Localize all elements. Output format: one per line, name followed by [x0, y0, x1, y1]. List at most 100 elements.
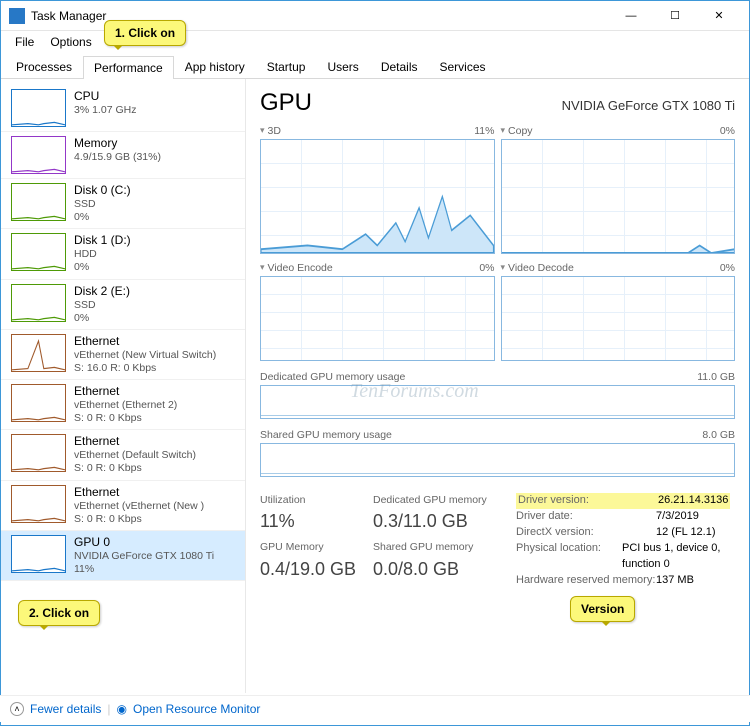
sidebar-item-name: Ethernet	[74, 485, 204, 500]
sidebar-item-detail: SSD	[74, 198, 131, 211]
main-panel: GPU NVIDIA GeForce GTX 1080 Ti ▾3D11% ▾C…	[246, 79, 749, 693]
chart-area	[260, 139, 495, 254]
graph-3d[interactable]: ▾3D11%	[260, 125, 495, 254]
sidebar-item-eth-6[interactable]: Ethernet vEthernet (Ethernet 2) S: 0 R: …	[1, 380, 245, 430]
tab-strip: Processes Performance App history Startu…	[1, 55, 749, 79]
thumbnail-icon	[11, 334, 66, 372]
sidebar-item-detail: vEthernet (Default Switch)	[74, 449, 196, 462]
sidebar-item-name: Ethernet	[74, 384, 177, 399]
sidebar-item-detail: 0%	[74, 312, 130, 325]
sidebar-info: CPU 3% 1.07 GHz	[74, 89, 136, 127]
sidebar-item-name: Disk 0 (C:)	[74, 183, 131, 198]
sidebar-info: Disk 0 (C:) SSD 0%	[74, 183, 131, 224]
chevron-down-icon[interactable]: ▾	[501, 262, 506, 274]
sidebar-info: Memory 4.9/15.9 GB (31%)	[74, 136, 161, 174]
app-icon	[9, 8, 25, 24]
sidebar-item-detail: 11%	[74, 563, 214, 576]
tab-performance[interactable]: Performance	[83, 56, 174, 79]
stat-label: Dedicated GPU memory	[373, 493, 508, 508]
stat-key: Physical location:	[516, 541, 622, 573]
graph-copy[interactable]: ▾Copy0%	[501, 125, 736, 254]
sidebar-item-detail: 0%	[74, 261, 131, 274]
stats-col-2: Dedicated GPU memory 0.3/11.0 GB Shared …	[373, 493, 508, 589]
sidebar-item-detail: vEthernet (New Virtual Switch)	[74, 349, 216, 362]
sidebar-item-disk-3[interactable]: Disk 1 (D:) HDD 0%	[1, 229, 245, 279]
stat-val: PCI bus 1, device 0, function 0	[622, 541, 735, 573]
tab-app-history[interactable]: App history	[174, 55, 256, 78]
sidebar-item-eth-5[interactable]: Ethernet vEthernet (New Virtual Switch) …	[1, 330, 245, 380]
open-resource-monitor-link[interactable]: Open Resource Monitor	[133, 702, 260, 716]
thumbnail-icon	[11, 233, 66, 271]
thumbnail-icon	[11, 535, 66, 573]
menu-options[interactable]: Options	[42, 33, 99, 51]
stat-value: 11%	[260, 508, 365, 534]
stat-value: 0.0/8.0 GB	[373, 556, 508, 582]
sidebar-item-name: Ethernet	[74, 334, 216, 349]
stat-key: DirectX version:	[516, 525, 656, 541]
graph-row-2: ▾Video Encode0% ▾Video Decode0%	[260, 262, 735, 361]
fewer-details-link[interactable]: Fewer details	[30, 702, 101, 716]
driver-version-value: 26.21.14.3136	[656, 493, 730, 509]
graph-pct: 0%	[720, 125, 735, 137]
close-button[interactable]: ✕	[697, 1, 741, 30]
tab-processes[interactable]: Processes	[5, 55, 83, 78]
sidebar-item-name: CPU	[74, 89, 136, 104]
sidebar-item-detail: 3% 1.07 GHz	[74, 104, 136, 117]
tab-users[interactable]: Users	[316, 55, 369, 78]
chart-area	[260, 276, 495, 361]
chevron-down-icon[interactable]: ▾	[260, 125, 265, 137]
tab-services[interactable]: Services	[429, 55, 497, 78]
graph-label: 3D	[268, 125, 281, 137]
stat-value: 0.4/19.0 GB	[260, 556, 365, 582]
tab-details[interactable]: Details	[370, 55, 429, 78]
sidebar-item-name: Ethernet	[74, 434, 196, 449]
sidebar-item-detail: 0%	[74, 211, 131, 224]
graph-video-decode[interactable]: ▾Video Decode0%	[501, 262, 736, 361]
sidebar-info: Ethernet vEthernet (Ethernet 2) S: 0 R: …	[74, 384, 177, 425]
sidebar-item-detail: SSD	[74, 299, 130, 312]
shared-memory-bar: Shared GPU memory usage8.0 GB	[260, 429, 735, 477]
thumbnail-icon	[11, 485, 66, 523]
stat-key: Driver date:	[516, 509, 656, 525]
maximize-button[interactable]: ☐	[653, 1, 697, 30]
bar-label: Dedicated GPU memory usage	[260, 371, 405, 383]
sidebar-info: GPU 0 NVIDIA GeForce GTX 1080 Ti 11%	[74, 535, 214, 576]
sidebar-item-eth-8[interactable]: Ethernet vEthernet (vEthernet (New ) S: …	[1, 481, 245, 531]
graph-video-encode[interactable]: ▾Video Encode 0%	[260, 262, 495, 361]
minimize-button[interactable]: —	[609, 1, 653, 30]
stats-grid: Utilization 11% GPU Memory 0.4/19.0 GB D…	[260, 493, 735, 589]
sidebar-info: Disk 2 (E:) SSD 0%	[74, 284, 130, 325]
graph-label: Video Encode	[268, 262, 333, 274]
stats-col-3: Driver version:26.21.14.3136 Driver date…	[516, 493, 735, 589]
annotation-1: 1. Click on	[104, 20, 186, 46]
sidebar-item-cpu-0[interactable]: CPU 3% 1.07 GHz	[1, 85, 245, 132]
graph-pct: 0%	[479, 262, 494, 274]
gpu-name: NVIDIA GeForce GTX 1080 Ti	[562, 98, 735, 113]
sidebar-item-detail: S: 16.0 R: 0 Kbps	[74, 362, 216, 375]
sidebar-item-gpu-9[interactable]: GPU 0 NVIDIA GeForce GTX 1080 Ti 11%	[1, 531, 245, 581]
sidebar-item-mem-1[interactable]: Memory 4.9/15.9 GB (31%)	[1, 132, 245, 179]
menu-file[interactable]: File	[7, 33, 42, 51]
chart-area	[501, 139, 736, 254]
sidebar-item-name: GPU 0	[74, 535, 214, 550]
chart-area	[501, 276, 736, 361]
stat-key: Hardware reserved memory:	[516, 573, 656, 589]
bar-max: 8.0 GB	[702, 429, 735, 441]
thumbnail-icon	[11, 89, 66, 127]
window-title: Task Manager	[31, 9, 106, 23]
sidebar-item-eth-7[interactable]: Ethernet vEthernet (Default Switch) S: 0…	[1, 430, 245, 480]
sidebar-item-name: Disk 1 (D:)	[74, 233, 131, 248]
chevron-up-icon[interactable]: ˄	[10, 702, 24, 716]
tab-startup[interactable]: Startup	[256, 55, 317, 78]
stat-label: Utilization	[260, 493, 365, 508]
sidebar-item-disk-2[interactable]: Disk 0 (C:) SSD 0%	[1, 179, 245, 229]
chevron-down-icon[interactable]: ▾	[501, 125, 506, 137]
stat-value: 0.3/11.0 GB	[373, 508, 508, 534]
sidebar-item-detail: vEthernet (vEthernet (New )	[74, 500, 204, 513]
bar-area	[260, 443, 735, 477]
stat-val: 137 MB	[656, 573, 694, 589]
sidebar-item-disk-4[interactable]: Disk 2 (E:) SSD 0%	[1, 280, 245, 330]
sidebar-item-detail: S: 0 R: 0 Kbps	[74, 513, 204, 526]
chevron-down-icon[interactable]: ▾	[260, 262, 265, 274]
graph-label: Video Decode	[508, 262, 574, 274]
